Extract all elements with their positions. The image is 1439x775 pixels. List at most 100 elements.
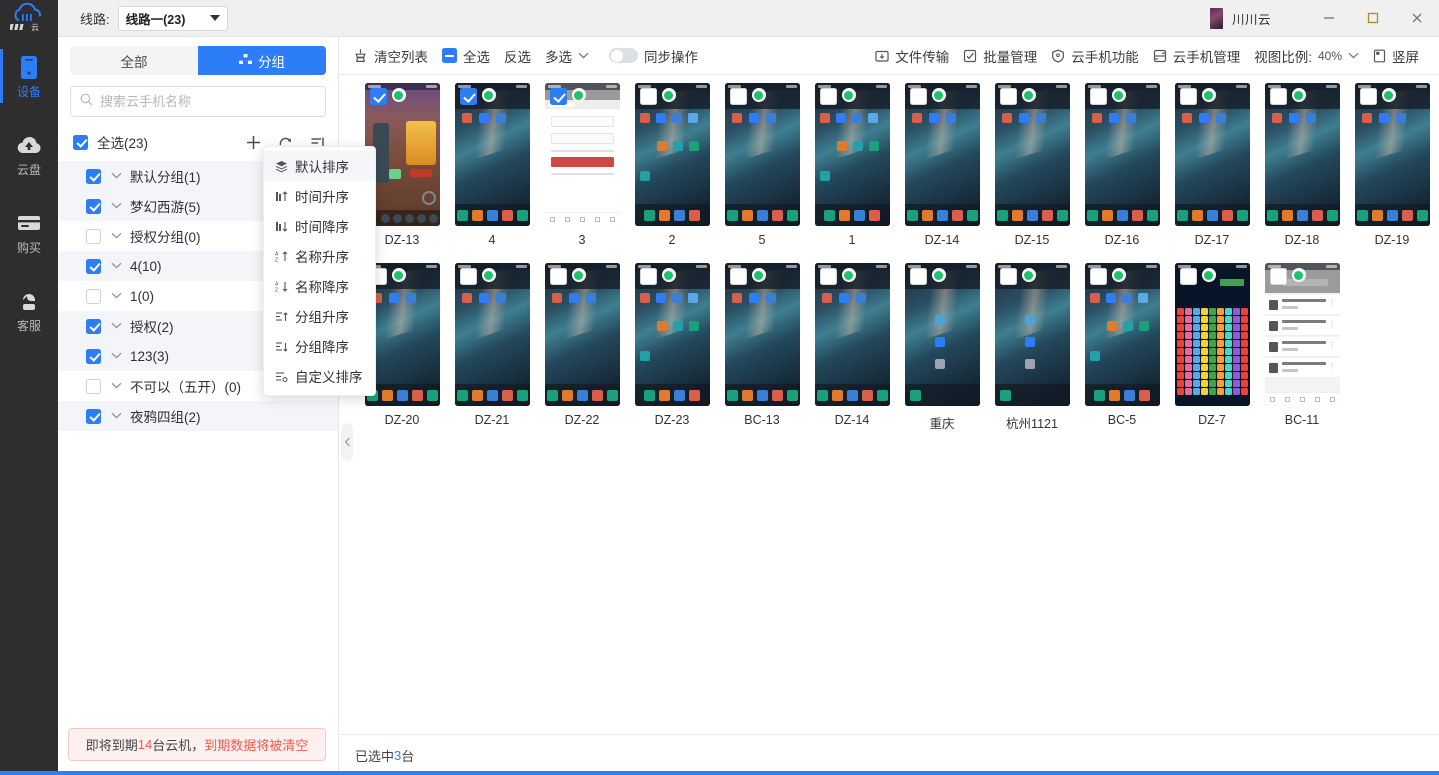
phone-features-button[interactable]: 云手机功能: [1044, 37, 1146, 75]
sort-menu-item[interactable]: 自定义排序: [264, 361, 375, 391]
sidebar-item-support[interactable]: 客服: [0, 271, 58, 349]
device-select-checkbox[interactable]: [820, 268, 837, 285]
sync-operation-toggle[interactable]: 同步操作: [602, 37, 705, 75]
chevron-down-icon[interactable]: [111, 411, 122, 422]
sort-menu-item[interactable]: 默认排序: [264, 151, 375, 181]
device-card[interactable]: DZ-16: [1077, 83, 1167, 249]
device-screen-preview[interactable]: [455, 263, 530, 406]
device-select-checkbox[interactable]: [1270, 88, 1287, 105]
device-select-checkbox[interactable]: [910, 268, 927, 285]
sort-menu-item[interactable]: 分组升序: [264, 301, 375, 331]
device-card[interactable]: DZ-18: [1257, 83, 1347, 249]
device-screen-preview[interactable]: [1085, 83, 1160, 226]
group-checkbox[interactable]: [86, 379, 101, 394]
group-checkbox[interactable]: [86, 199, 101, 214]
device-select-checkbox[interactable]: [460, 88, 477, 105]
device-select-checkbox[interactable]: [820, 88, 837, 105]
device-screen-preview[interactable]: [995, 83, 1070, 226]
device-card[interactable]: DZ-17: [1167, 83, 1257, 249]
group-checkbox[interactable]: [86, 169, 101, 184]
group-checkbox[interactable]: [86, 319, 101, 334]
device-screen-preview[interactable]: [545, 83, 620, 226]
device-screen-preview[interactable]: [1175, 263, 1250, 406]
chevron-down-icon[interactable]: [111, 201, 122, 212]
device-screen-preview[interactable]: [725, 263, 800, 406]
sort-menu-item[interactable]: AZ名称降序: [264, 271, 375, 301]
device-select-checkbox[interactable]: [460, 268, 477, 285]
panel-collapse-handle[interactable]: [341, 423, 353, 461]
device-card[interactable]: BC-13: [717, 263, 807, 429]
device-select-checkbox[interactable]: [550, 88, 567, 105]
chevron-down-icon[interactable]: [111, 231, 122, 242]
device-screen-preview[interactable]: [1175, 83, 1250, 226]
device-card[interactable]: 5: [717, 83, 807, 249]
search-box[interactable]: [70, 86, 326, 117]
file-transfer-button[interactable]: 文件传输: [868, 37, 956, 75]
device-screen-preview[interactable]: [635, 83, 710, 226]
portrait-mode-button[interactable]: 竖屏: [1366, 37, 1426, 75]
batch-manage-button[interactable]: 批量管理: [956, 37, 1044, 75]
group-checkbox[interactable]: [86, 259, 101, 274]
device-card[interactable]: 2: [627, 83, 717, 249]
device-screen-preview[interactable]: [815, 263, 890, 406]
device-select-checkbox[interactable]: [910, 88, 927, 105]
sidebar-item-purchase[interactable]: 购买: [0, 193, 58, 271]
device-card[interactable]: DZ-7: [1167, 263, 1257, 429]
tab-all[interactable]: 全部: [70, 46, 198, 75]
device-select-checkbox[interactable]: [1360, 88, 1377, 105]
device-screen-preview[interactable]: [725, 83, 800, 226]
group-row[interactable]: 夜鸦四组(2): [58, 401, 338, 431]
phone-manage-button[interactable]: 云手机管理: [1146, 37, 1248, 75]
sort-menu-item[interactable]: AZ名称升序: [264, 241, 375, 271]
device-select-checkbox[interactable]: [1000, 88, 1017, 105]
device-card[interactable]: ⋮⋮⋮⋮BC-11: [1257, 263, 1347, 429]
device-select-checkbox[interactable]: [1180, 268, 1197, 285]
chevron-down-icon[interactable]: [111, 261, 122, 272]
sort-menu-item[interactable]: 时间升序: [264, 181, 375, 211]
chevron-down-icon[interactable]: [111, 351, 122, 362]
chevron-down-icon[interactable]: [111, 171, 122, 182]
route-select[interactable]: 线路一(23): [118, 6, 228, 31]
device-screen-preview[interactable]: [545, 263, 620, 406]
sidebar-item-device[interactable]: 设备: [0, 37, 58, 115]
group-checkbox[interactable]: [86, 349, 101, 364]
chevron-down-icon[interactable]: [111, 381, 122, 392]
device-screen-preview[interactable]: [455, 83, 530, 226]
device-select-checkbox[interactable]: [1180, 88, 1197, 105]
device-card[interactable]: DZ-21: [447, 263, 537, 429]
device-select-checkbox[interactable]: [1090, 88, 1107, 105]
sort-menu-item[interactable]: 分组降序: [264, 331, 375, 361]
group-checkbox[interactable]: [86, 289, 101, 304]
device-screen-preview[interactable]: [815, 83, 890, 226]
device-card[interactable]: DZ-14: [897, 83, 987, 249]
sync-toggle-switch[interactable]: [609, 48, 638, 63]
sidebar-item-cloud-disk[interactable]: 云盘: [0, 115, 58, 193]
device-select-checkbox[interactable]: [640, 268, 657, 285]
maximize-button[interactable]: [1351, 0, 1395, 37]
device-screen-preview[interactable]: [1265, 83, 1340, 226]
device-card[interactable]: DZ-22: [537, 263, 627, 429]
device-card[interactable]: 4: [447, 83, 537, 249]
view-scale-control[interactable]: 视图比例: 40%: [1247, 37, 1366, 75]
sort-menu-item[interactable]: 时间降序: [264, 211, 375, 241]
chevron-down-icon[interactable]: [111, 291, 122, 302]
device-select-checkbox[interactable]: [550, 268, 567, 285]
device-screen-preview[interactable]: [635, 263, 710, 406]
device-card[interactable]: DZ-23: [627, 263, 717, 429]
device-select-checkbox[interactable]: [1270, 268, 1287, 285]
chevron-down-icon[interactable]: [111, 321, 122, 332]
device-select-checkbox[interactable]: [1090, 268, 1107, 285]
device-card[interactable]: 杭州1121: [987, 263, 1077, 429]
device-select-checkbox[interactable]: [1000, 268, 1017, 285]
device-select-checkbox[interactable]: [370, 88, 387, 105]
device-screen-preview[interactable]: [1085, 263, 1160, 406]
device-select-checkbox[interactable]: [730, 268, 747, 285]
device-screen-preview[interactable]: ⋮⋮⋮⋮: [1265, 263, 1340, 406]
device-card[interactable]: BC-5: [1077, 263, 1167, 429]
tab-groups[interactable]: 分组: [198, 46, 326, 75]
device-card[interactable]: DZ-15: [987, 83, 1077, 249]
device-screen-preview[interactable]: [905, 263, 980, 406]
device-screen-preview[interactable]: [995, 263, 1070, 406]
invert-selection-button[interactable]: 反选: [497, 37, 538, 75]
device-card[interactable]: 3: [537, 83, 627, 249]
